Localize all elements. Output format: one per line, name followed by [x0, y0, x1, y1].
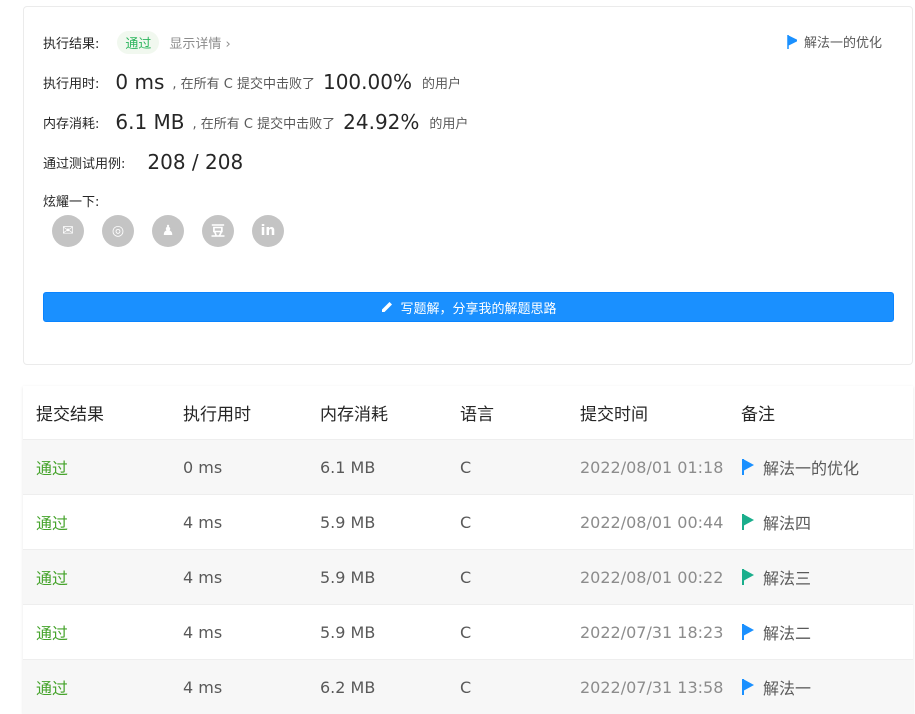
- testcase-value: 208 / 208: [147, 150, 244, 174]
- table-row[interactable]: 通过 0 ms 6.1 MB C 2022/08/01 01:18 解法一的优化: [23, 439, 913, 494]
- table-body: 通过 0 ms 6.1 MB C 2022/08/01 01:18 解法一的优化 通过 4 m…: [23, 439, 913, 714]
- row-runtime: 4 ms: [183, 622, 223, 642]
- row-language: C: [460, 457, 472, 477]
- row-result-link[interactable]: 通过: [23, 565, 183, 589]
- memory-suffix: 的用户: [429, 116, 469, 132]
- runtime-label: 执行用时:: [43, 76, 100, 92]
- result-status-badge: 通过: [117, 31, 160, 54]
- header-time: 提交时间: [580, 405, 648, 425]
- flag-icon: [742, 624, 754, 640]
- row-memory: 6.1 MB: [320, 457, 376, 477]
- testcase-label: 通过测试用例:: [43, 156, 126, 172]
- runtime-row: 执行用时: 0 ms , 在所有 C 提交中击败了 100.00% 的用户: [43, 70, 461, 94]
- header-result: 提交结果: [36, 405, 104, 425]
- table-row[interactable]: 通过 4 ms 5.9 MB C 2022/07/31 18:23 解法二: [23, 604, 913, 659]
- row-result-link[interactable]: 通过: [23, 510, 183, 534]
- header-language: 语言: [460, 405, 494, 425]
- row-memory: 5.9 MB: [320, 622, 376, 642]
- result-label: 执行结果:: [43, 37, 100, 52]
- row-submit-time: 2022/07/31 13:58: [580, 677, 724, 697]
- header-memory: 内存消耗: [320, 405, 388, 425]
- row-note[interactable]: 解法一: [741, 675, 913, 699]
- row-runtime: 4 ms: [183, 677, 223, 697]
- row-note[interactable]: 解法二: [741, 620, 913, 644]
- row-submit-time: 2022/07/31 18:23: [580, 622, 724, 642]
- solution-note-label: 解法一的优化: [803, 36, 882, 51]
- flag-icon: [742, 459, 754, 475]
- row-result-link[interactable]: 通过: [23, 620, 183, 644]
- row-note-label: 解法二: [763, 624, 812, 643]
- table-row[interactable]: 通过 4 ms 6.2 MB C 2022/07/31 13:58 解法一: [23, 659, 913, 714]
- show-details-link[interactable]: 显示详情 ›: [169, 33, 230, 52]
- flag-icon: [787, 34, 797, 49]
- pencil-icon: [382, 302, 393, 312]
- testcase-row: 通过测试用例: 208 / 208: [43, 150, 251, 174]
- row-runtime: 4 ms: [183, 512, 223, 532]
- row-memory: 5.9 MB: [320, 512, 376, 532]
- douban-icon[interactable]: 豆: [202, 215, 234, 247]
- flag-icon: [742, 569, 754, 585]
- row-runtime: 0 ms: [183, 457, 223, 477]
- row-submit-time: 2022/08/01 00:44: [580, 512, 724, 532]
- row-result-link[interactable]: 通过: [23, 455, 183, 479]
- row-language: C: [460, 512, 472, 532]
- header-runtime: 执行用时: [183, 405, 251, 425]
- row-language: C: [460, 622, 472, 642]
- flag-icon: [742, 679, 754, 695]
- runtime-value: 0 ms: [115, 70, 165, 94]
- runtime-compare-text: , 在所有 C 提交中击败了: [172, 76, 315, 92]
- flag-icon: [742, 514, 754, 530]
- runtime-suffix: 的用户: [421, 76, 461, 92]
- row-submit-time: 2022/08/01 01:18: [580, 457, 724, 477]
- memory-compare-text: , 在所有 C 提交中击败了: [192, 116, 336, 132]
- row-note-label: 解法三: [763, 569, 812, 588]
- share-row: 炫耀一下:: [43, 191, 99, 210]
- write-solution-label: 写题解，分享我的解题思路: [400, 301, 557, 317]
- solution-note-link[interactable]: 解法一的优化: [787, 32, 882, 51]
- header-note: 备注: [741, 405, 775, 425]
- memory-row: 内存消耗: 6.1 MB , 在所有 C 提交中击败了 24.92% 的用户: [43, 110, 468, 134]
- row-language: C: [460, 677, 472, 697]
- row-note[interactable]: 解法一的优化: [741, 455, 913, 479]
- share-label: 炫耀一下:: [43, 195, 100, 210]
- memory-percentile: 24.92%: [343, 110, 420, 134]
- table-row[interactable]: 通过 4 ms 5.9 MB C 2022/08/01 00:44 解法四: [23, 494, 913, 549]
- row-note[interactable]: 解法四: [741, 510, 913, 534]
- write-solution-button[interactable]: 写题解，分享我的解题思路: [43, 292, 894, 322]
- share-icons: ✉ ◎ ♟ 豆 in: [52, 215, 302, 247]
- linkedin-icon[interactable]: in: [252, 215, 284, 247]
- result-row: 执行结果: 通过 显示详情 ›: [43, 31, 231, 54]
- table-row[interactable]: 通过 4 ms 5.9 MB C 2022/08/01 00:22 解法三: [23, 549, 913, 604]
- row-note-label: 解法一: [763, 679, 812, 698]
- memory-label: 内存消耗:: [43, 116, 100, 132]
- qq-icon[interactable]: ♟: [152, 215, 184, 247]
- row-note-label: 解法四: [763, 514, 812, 533]
- table-header: 提交结果 执行用时 内存消耗 语言 提交时间 备注: [23, 386, 913, 439]
- row-submit-time: 2022/08/01 00:22: [580, 567, 724, 587]
- weibo-icon[interactable]: ◎: [102, 215, 134, 247]
- row-note[interactable]: 解法三: [741, 565, 913, 589]
- row-language: C: [460, 567, 472, 587]
- row-note-label: 解法一的优化: [763, 459, 860, 478]
- memory-value: 6.1 MB: [115, 110, 185, 134]
- row-runtime: 4 ms: [183, 567, 223, 587]
- runtime-percentile: 100.00%: [322, 70, 412, 94]
- row-result-link[interactable]: 通过: [23, 675, 183, 699]
- row-memory: 5.9 MB: [320, 567, 376, 587]
- submission-result-card: 执行结果: 通过 显示详情 › 解法一的优化 执行用时: 0 ms , 在所有 …: [23, 6, 913, 365]
- wechat-icon[interactable]: ✉: [52, 215, 84, 247]
- row-memory: 6.2 MB: [320, 677, 376, 697]
- submissions-table: 提交结果 执行用时 内存消耗 语言 提交时间 备注 通过 0 ms 6.1 MB C 2…: [23, 386, 913, 714]
